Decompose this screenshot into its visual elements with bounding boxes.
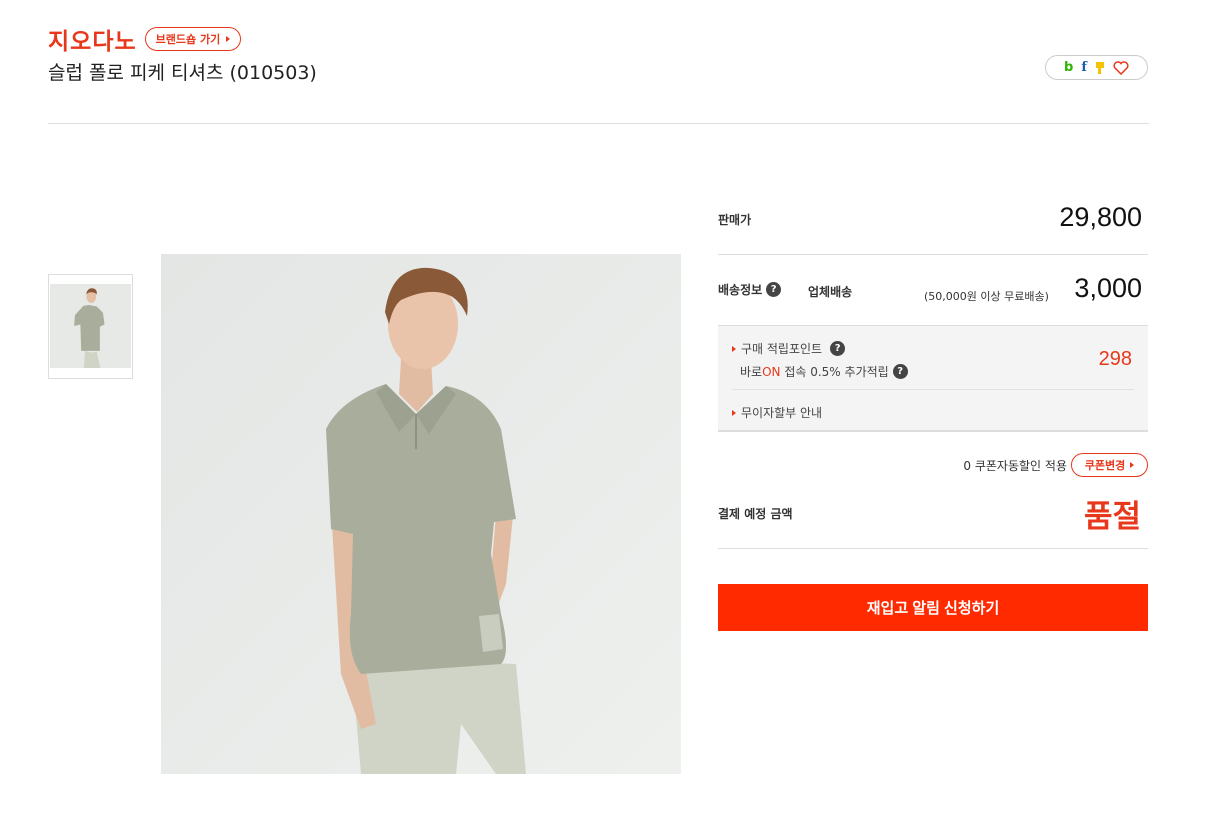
shipping-help-icon[interactable]: ? <box>766 282 782 297</box>
baro-help-icon[interactable]: ? <box>892 364 908 379</box>
caret-right-icon <box>732 345 736 352</box>
brand-shop-button-label: 브랜드숍 가기 <box>155 33 221 46</box>
coupon-change-label: 쿠폰변경 <box>1084 459 1126 472</box>
brand-shop-button[interactable]: 브랜드숍 가기 <box>144 27 242 51</box>
product-thumbnail[interactable] <box>48 274 133 379</box>
baro-on-row: 바로 ON 접속 0.5% 추가적립 ? <box>740 363 908 380</box>
restock-alert-button[interactable]: 재입고 알림 신청하기 <box>718 584 1148 631</box>
caret-right-icon <box>1130 462 1135 468</box>
coupon-change-button[interactable]: 쿠폰변경 <box>1071 453 1148 477</box>
caret-right-icon <box>226 36 231 42</box>
heart-icon[interactable] <box>1113 60 1129 75</box>
price-value: 29,800 <box>1059 202 1142 232</box>
baro-prefix: 바로 <box>740 365 763 379</box>
installment-label: 무이자할부 안내 <box>741 406 823 420</box>
points-value: 298 <box>1098 348 1132 370</box>
shipping-free-note: (50,000원 이상 무료배송) <box>924 290 1049 303</box>
payment-label: 결제 예정 금액 <box>718 507 793 521</box>
product-main-image <box>161 254 681 774</box>
points-panel: 구매 적립포인트 ? 바로 ON 접속 0.5% 추가적립 ? 298 무이자할… <box>718 325 1148 432</box>
points-label: 구매 적립포인트 <box>741 342 823 356</box>
soldout-status: 품절 <box>1083 499 1141 535</box>
thumbnail-image <box>50 284 131 368</box>
price-label: 판매가 <box>718 213 752 227</box>
shipping-type: 업체배송 <box>808 285 853 299</box>
shipping-fee: 3,000 <box>1074 273 1142 303</box>
blog-b-icon[interactable]: b <box>1064 60 1073 75</box>
points-divider <box>732 389 1134 390</box>
facebook-icon[interactable]: f <box>1081 60 1087 75</box>
points-row: 구매 적립포인트 ? <box>732 340 846 357</box>
share-bar: b f <box>1045 55 1148 80</box>
shipping-label: 배송정보 <box>718 283 763 297</box>
kakao-icon[interactable] <box>1095 61 1105 75</box>
baro-on-text: ON <box>762 364 781 379</box>
header-divider <box>48 123 1149 124</box>
points-help-icon[interactable]: ? <box>830 341 846 356</box>
shipping-label-group: 배송정보 ? <box>718 281 782 298</box>
coupon-status: 0 쿠폰자동할인 적용 <box>963 459 1067 473</box>
brand-name[interactable]: 지오다노 <box>48 22 137 56</box>
installment-link[interactable]: 무이자할부 안내 <box>732 404 822 421</box>
caret-right-icon <box>732 409 736 416</box>
baro-rest-text: 접속 0.5% 추가적립 <box>780 365 889 379</box>
product-title: 슬럽 폴로 피케 티셔츠 (010503) <box>48 62 317 84</box>
payment-divider <box>718 548 1148 549</box>
price-divider <box>718 254 1148 255</box>
brand-header: 지오다노 브랜드숍 가기 <box>48 22 242 56</box>
